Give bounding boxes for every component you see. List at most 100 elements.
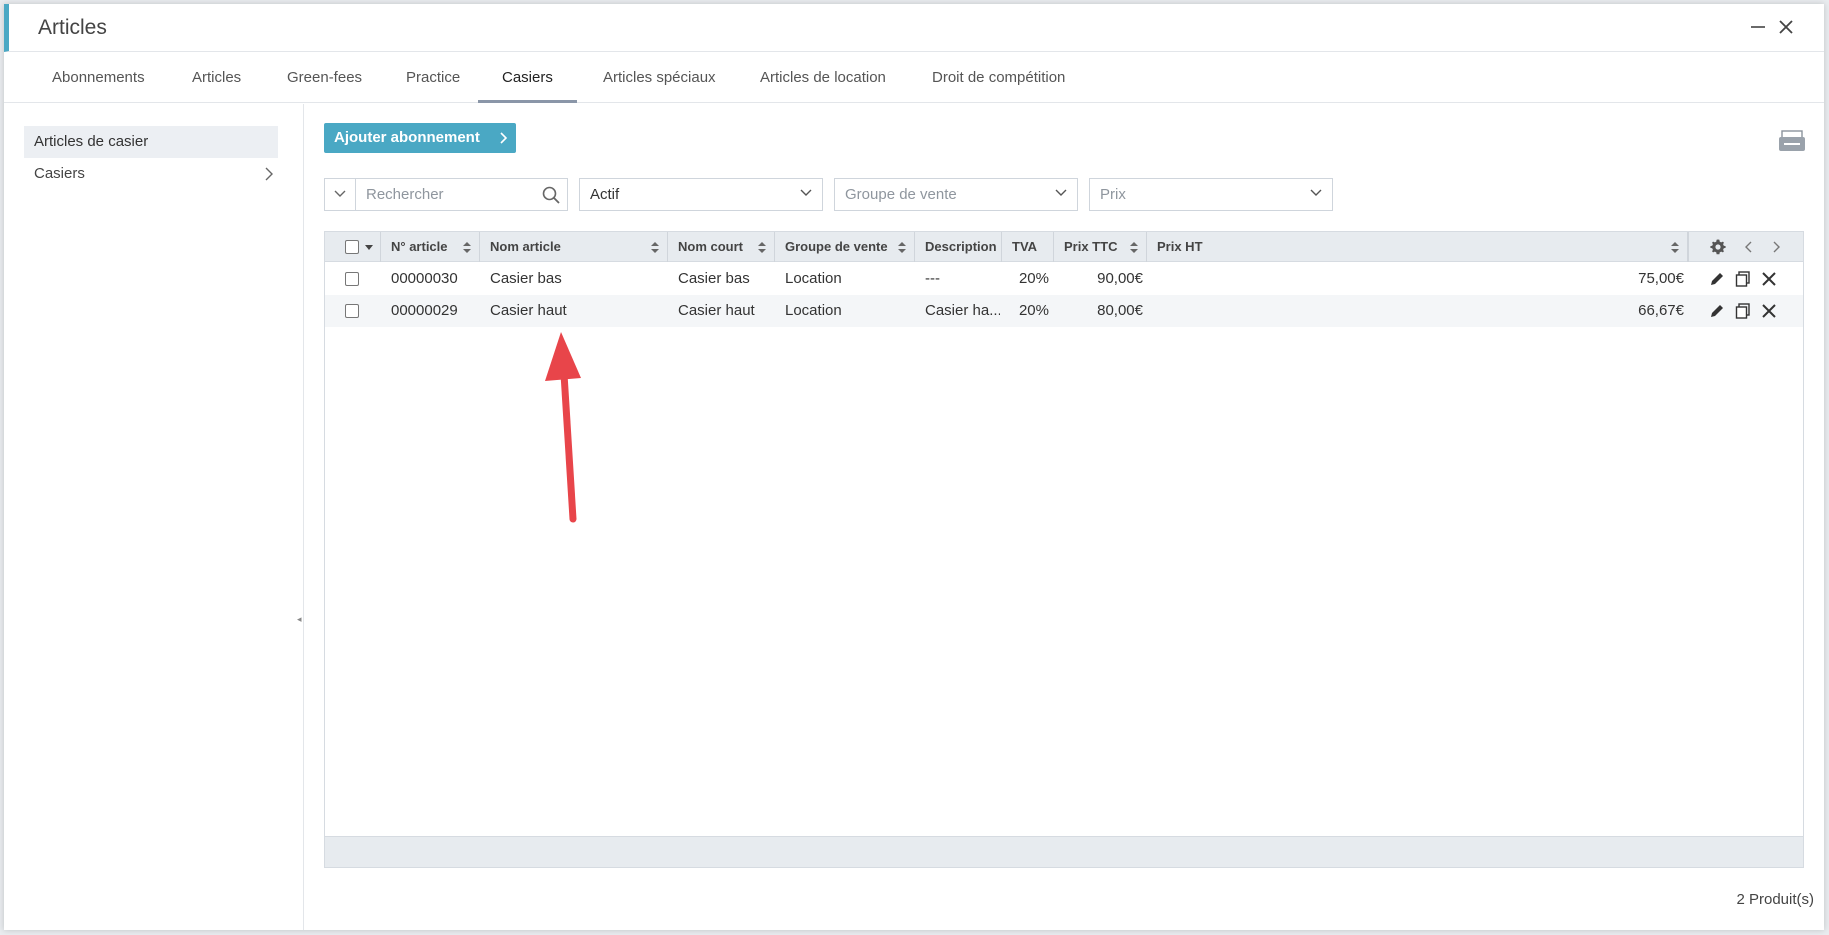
cell-price-excl-tax: 66,67€ — [1638, 302, 1684, 319]
minimize-icon — [1751, 26, 1765, 28]
status-select-value: Actif — [590, 186, 620, 203]
chevron-left-icon[interactable] — [1744, 241, 1752, 253]
cell-short-name: Casier bas — [678, 270, 750, 287]
cell-short-name: Casier haut — [678, 302, 755, 319]
cell-price-incl-tax: 80,00€ — [1097, 302, 1143, 319]
column-label: Nom article — [490, 239, 561, 254]
copy-icon[interactable] — [1735, 271, 1751, 287]
chevron-right-icon[interactable] — [1773, 241, 1781, 253]
column-label: Groupe de vente — [785, 239, 888, 254]
cell-sales-group: Location — [785, 302, 842, 319]
collapse-handle[interactable]: ◂ — [297, 614, 302, 625]
sort-icon — [1671, 242, 1679, 253]
sort-icon — [651, 242, 659, 253]
cell-article-name: Casier haut — [490, 302, 567, 319]
sales-group-placeholder: Groupe de vente — [845, 186, 957, 203]
cell-article-number: 00000030 — [391, 270, 458, 287]
column-label: Nom court — [678, 239, 743, 254]
tab-green-fees[interactable]: Green-fees — [263, 53, 386, 103]
product-count: 2 Produit(s) — [1736, 891, 1814, 908]
chevron-right-icon — [500, 132, 507, 144]
cell-price-incl-tax: 90,00€ — [1097, 270, 1143, 287]
column-header-short-name[interactable]: Nom court — [668, 232, 775, 262]
table-row[interactable]: 00000030 Casier bas Casier bas Location … — [325, 263, 1803, 295]
cell-article-name: Casier bas — [490, 270, 562, 287]
column-label: N° article — [391, 239, 448, 254]
status-select[interactable]: Actif — [579, 178, 823, 211]
table-footer — [325, 836, 1803, 867]
sidebar-item-label: Casiers — [34, 165, 85, 182]
edit-icon[interactable] — [1709, 271, 1725, 287]
select-all-checkbox[interactable] — [345, 240, 359, 254]
tab-articles[interactable]: Articles — [168, 53, 265, 103]
column-label: Prix TTC — [1064, 239, 1118, 254]
sidebar-item-casiers[interactable]: Casiers — [24, 158, 278, 190]
column-label: Description — [925, 239, 997, 254]
column-header-description[interactable]: Description — [915, 232, 1002, 262]
tab-abonnements[interactable]: Abonnements — [28, 53, 169, 103]
articles-table: N° article Nom article Nom court Groupe … — [324, 231, 1804, 868]
sort-icon — [758, 242, 766, 253]
chevron-right-icon — [265, 167, 273, 181]
chevron-down-icon — [334, 190, 346, 197]
chevron-down-icon — [1310, 189, 1322, 196]
column-header-article-name[interactable]: Nom article — [480, 232, 668, 262]
main-content: Ajouter abonnement Actif Groupe de vente — [324, 104, 1814, 930]
column-label: TVA — [1012, 239, 1038, 254]
column-header-price-excl-tax[interactable]: Prix HT — [1147, 232, 1688, 262]
chevron-down-icon — [1055, 189, 1067, 196]
sidebar-item-articles-de-casier[interactable]: Articles de casier — [24, 126, 278, 158]
copy-icon[interactable] — [1735, 303, 1751, 319]
cell-vat: 20% — [1018, 270, 1049, 287]
tab-droit-de-competition[interactable]: Droit de compétition — [908, 53, 1089, 103]
chevron-down-icon — [800, 189, 812, 196]
search-input[interactable] — [357, 179, 537, 210]
column-header-article-number[interactable]: N° article — [381, 232, 480, 262]
sales-group-select[interactable]: Groupe de vente — [834, 178, 1078, 211]
cell-description: --- — [925, 270, 940, 287]
search-icon[interactable] — [542, 186, 560, 204]
cell-sales-group: Location — [785, 270, 842, 287]
column-header-vat[interactable]: TVA — [1002, 232, 1054, 262]
add-subscription-label: Ajouter abonnement — [334, 129, 480, 146]
articles-window: Articles Abonnements Articles Green-fees… — [4, 4, 1824, 930]
chevron-down-icon[interactable] — [365, 245, 373, 250]
column-label: Prix HT — [1157, 239, 1203, 254]
table-row[interactable]: 00000029 Casier haut Casier haut Locatio… — [325, 295, 1803, 327]
sort-icon — [898, 242, 906, 253]
tab-casiers[interactable]: Casiers — [478, 53, 577, 103]
sidebar-item-label: Articles de casier — [34, 133, 149, 150]
add-subscription-button[interactable]: Ajouter abonnement — [324, 123, 516, 153]
cell-description: Casier ha... — [925, 302, 1000, 319]
price-select[interactable]: Prix — [1089, 178, 1333, 211]
search-field — [324, 178, 568, 211]
cell-article-number: 00000029 — [391, 302, 458, 319]
column-header-sales-group[interactable]: Groupe de vente — [775, 232, 915, 262]
delete-icon[interactable] — [1761, 271, 1777, 287]
column-header-actions — [1688, 232, 1805, 262]
tab-articles-de-location[interactable]: Articles de location — [736, 53, 910, 103]
sort-icon — [463, 242, 471, 253]
cell-price-excl-tax: 75,00€ — [1638, 270, 1684, 287]
title-bar: Articles — [4, 4, 1824, 52]
close-icon — [1779, 20, 1793, 34]
column-header-price-incl-tax[interactable]: Prix TTC — [1054, 232, 1147, 262]
search-options-dropdown[interactable] — [325, 179, 356, 210]
tab-articles-speciaux[interactable]: Articles spéciaux — [579, 53, 740, 103]
print-button[interactable] — [1778, 130, 1806, 157]
tab-bar: Abonnements Articles Green-fees Practice… — [4, 53, 1824, 103]
price-placeholder: Prix — [1100, 186, 1126, 203]
minimize-button[interactable] — [1745, 14, 1771, 40]
delete-icon[interactable] — [1761, 303, 1777, 319]
cell-vat: 20% — [1018, 302, 1049, 319]
edit-icon[interactable] — [1709, 303, 1725, 319]
tab-practice[interactable]: Practice — [382, 53, 484, 103]
sort-icon — [1130, 242, 1138, 253]
window-title: Articles — [38, 16, 107, 39]
row-checkbox[interactable] — [345, 272, 359, 286]
close-window-button[interactable] — [1773, 14, 1799, 40]
gear-icon[interactable] — [1709, 238, 1727, 256]
table-header: N° article Nom article Nom court Groupe … — [325, 232, 1803, 262]
row-checkbox[interactable] — [345, 304, 359, 318]
print-icon — [1779, 130, 1805, 151]
